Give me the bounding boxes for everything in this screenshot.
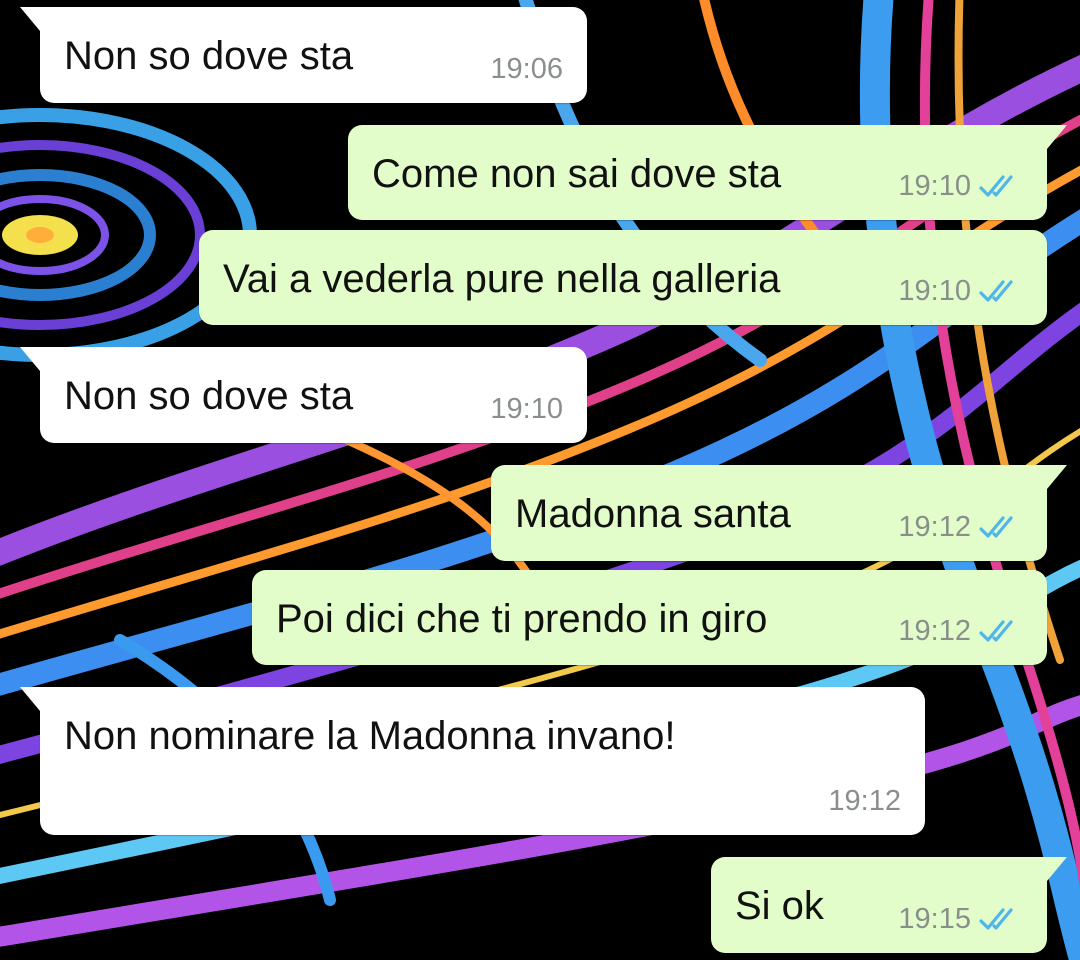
message-bubble-outgoing[interactable]: Vai a vederla pure nella galleria 19:10 — [199, 230, 1047, 325]
double-check-read-icon — [979, 516, 1013, 538]
message-text: Non nominare la Madonna invano! — [64, 714, 676, 758]
message-bubble-outgoing[interactable]: Come non sai dove sta 19:10 — [348, 125, 1067, 220]
message-text: Madonna santa — [515, 492, 791, 536]
message-bubble-outgoing[interactable]: Si ok 19:15 — [711, 857, 1067, 953]
message-time: 19:15 — [898, 903, 971, 935]
double-check-read-icon — [979, 908, 1013, 930]
message-text: Non so dove sta — [64, 374, 354, 418]
message-time: 19:10 — [898, 275, 971, 307]
message-meta: 19:15 — [898, 903, 1023, 935]
message-text: Vai a vederla pure nella galleria — [223, 257, 781, 301]
message-meta: 19:12 — [898, 615, 1023, 647]
message-meta: 19:12 — [828, 785, 901, 817]
message-text: Poi dici che ti prendo in giro — [276, 597, 768, 641]
double-check-read-icon — [979, 280, 1013, 302]
message-bubble-outgoing[interactable]: Poi dici che ti prendo in giro 19:12 — [252, 570, 1047, 665]
message-time: 19:10 — [898, 170, 971, 202]
message-meta: 19:12 — [898, 511, 1023, 543]
message-time: 19:12 — [898, 511, 971, 543]
message-text: Non so dove sta — [64, 34, 354, 78]
message-bubble-incoming[interactable]: Non nominare la Madonna invano! 19:12 — [20, 687, 925, 835]
message-time: 19:10 — [490, 393, 563, 425]
message-bubble-outgoing[interactable]: Madonna santa 19:12 — [491, 465, 1067, 561]
message-bubble-incoming[interactable]: Non so dove sta 19:10 — [20, 347, 587, 443]
message-meta: 19:10 — [898, 275, 1023, 307]
message-bubble-incoming[interactable]: Non so dove sta 19:06 — [20, 7, 587, 103]
double-check-read-icon — [979, 620, 1013, 642]
message-time: 19:12 — [898, 615, 971, 647]
message-time: 19:12 — [828, 785, 901, 817]
message-text: Come non sai dove sta — [372, 152, 782, 196]
message-meta: 19:06 — [490, 53, 563, 85]
message-meta: 19:10 — [898, 170, 1023, 202]
message-text: Si ok — [735, 884, 824, 928]
message-meta: 19:10 — [490, 393, 563, 425]
message-time: 19:06 — [490, 53, 563, 85]
double-check-read-icon — [979, 175, 1013, 197]
